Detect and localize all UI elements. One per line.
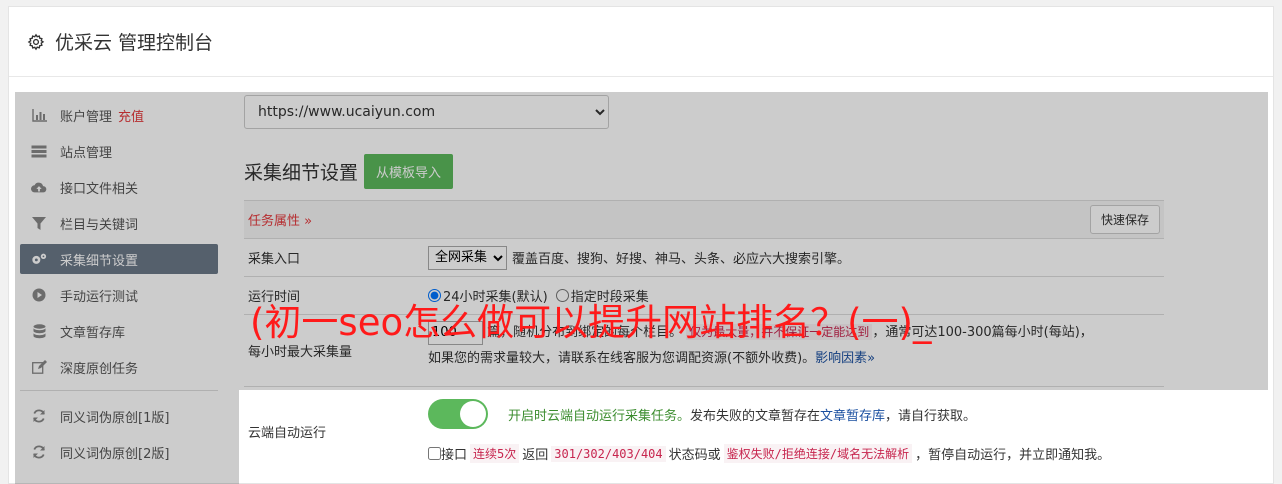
cloud-run-value: 开启时云端自动运行采集任务。 发布失败的文章暂存在 文章暂存库 ，请自行获取。 接口 … [428,387,1164,475]
cloud-line-2: 接口 连续5次 返回 301/302/403/404 状态码或 鉴权失败/拒绝连… [428,444,1164,463]
interface-fail-checkbox[interactable] [428,447,441,460]
cloud-desc: 发布失败的文章暂存在 [690,408,821,424]
cloud-desc-2: ，请自行获取。 [885,408,977,424]
cloud-on-text: 开启时云端自动运行采集任务。 [508,408,691,424]
toggle-knob [460,401,486,427]
cloud-run-toggle[interactable] [428,399,488,429]
iface-prefix: 接口 [441,448,468,463]
iface-code-1: 连续5次 [470,444,520,463]
iface-mid-2: 状态码或 [668,448,721,463]
iface-suffix: ，暂停自动运行，并立即通知我。 [915,448,1111,463]
overlay-headline: (初一seo怎么做可以提升网站排名？(一)_ [250,301,932,344]
cloud-line-1: 开启时云端自动运行采集任务。 发布失败的文章暂存在 文章暂存库 ，请自行获取。 [428,399,1164,429]
cloud-run-label: 云端自动运行 [248,425,327,441]
gear-icon [27,33,45,50]
iface-code-2: 301/302/403/404 [551,445,666,462]
iface-code-3: 鉴权失败/拒绝连接/域名无法解析 [723,444,913,463]
article-store-link[interactable]: 文章暂存库 [820,405,885,424]
dim-overlay-left [15,390,239,484]
cloud-run-row: 云端自动运行 开启时云端自动运行采集任务。 发布失败的文章暂存在 文章暂存库 ，请自行… [244,387,1164,475]
page-header: 优采云 管理控制台 [9,7,1273,77]
iface-mid-1: 返回 [522,448,549,463]
page-title: 优采云 管理控制台 [55,32,214,54]
